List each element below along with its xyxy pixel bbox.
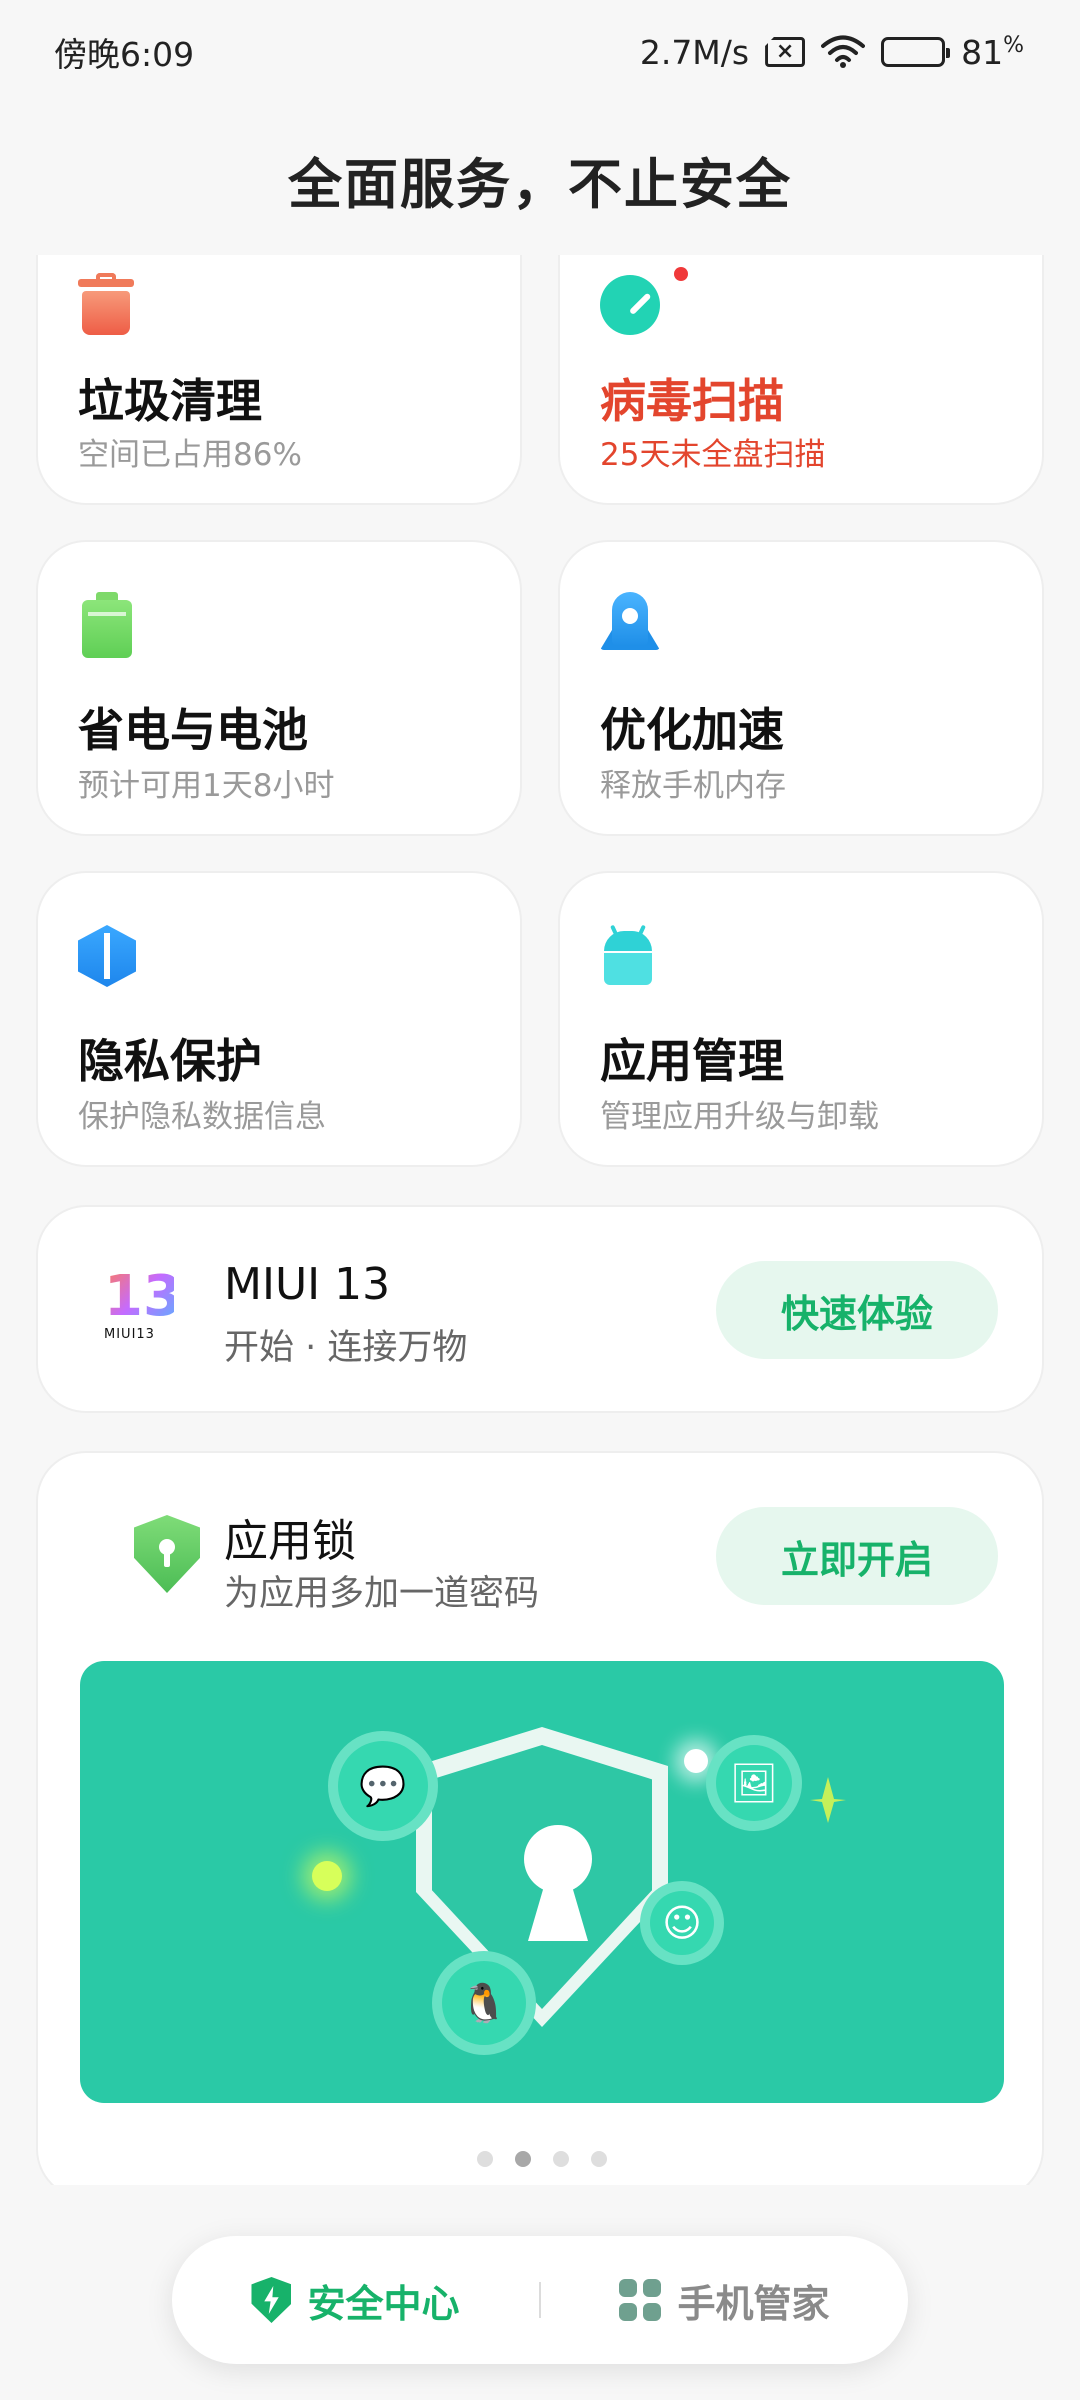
page-title: 全面服务，不止安全 bbox=[288, 153, 792, 216]
carousel-dot-active[interactable] bbox=[515, 2151, 531, 2167]
battery-percent: 81% bbox=[961, 33, 1024, 72]
nav-label: 安全中心 bbox=[307, 2281, 460, 2326]
shield-bolt-icon bbox=[251, 2277, 292, 2323]
enable-now-button[interactable]: 立即开启 bbox=[716, 1507, 998, 1605]
app-lock-title: 应用锁 bbox=[224, 1516, 356, 1567]
tile-title: 病毒扫描 bbox=[600, 374, 784, 428]
battery-value: 81 bbox=[961, 32, 1004, 72]
nav-label: 手机管家 bbox=[677, 2281, 830, 2326]
virus-scan-icon bbox=[600, 275, 660, 335]
tile-subtitle: 25天未全盘扫描 bbox=[600, 437, 826, 473]
gallery-icon: 🖼 bbox=[706, 1735, 802, 1831]
privacy-icon bbox=[78, 925, 136, 987]
tile-app-management[interactable]: 应用管理 管理应用升级与卸载 bbox=[558, 871, 1044, 1167]
rocket-icon bbox=[600, 592, 660, 658]
app-lock-subtitle: 为应用多加一道密码 bbox=[224, 1574, 540, 1614]
tile-title: 垃圾清理 bbox=[78, 374, 262, 428]
tile-virus-scan[interactable]: 病毒扫描 25天未全盘扫描 bbox=[558, 255, 1044, 505]
tile-subtitle: 管理应用升级与卸载 bbox=[600, 1099, 879, 1135]
tile-title: 省电与电池 bbox=[78, 703, 308, 757]
tile-subtitle: 保护隐私数据信息 bbox=[78, 1099, 326, 1135]
trash-icon bbox=[78, 273, 134, 335]
glow-dot bbox=[312, 1861, 342, 1891]
app-lock-card[interactable]: 应用锁 为应用多加一道密码 立即开启 💬 🖼 ☺ 🐧 bbox=[36, 1451, 1044, 2185]
carousel-dot[interactable] bbox=[477, 2151, 493, 2167]
content-scroll-area[interactable]: 垃圾清理 空间已占用86% 病毒扫描 25天未全盘扫描 省电与电池 预计可用1天… bbox=[0, 255, 1080, 2185]
sparkle-icon bbox=[810, 1777, 846, 1823]
android-icon bbox=[600, 924, 656, 985]
miui-title: MIUI 13 bbox=[224, 1259, 391, 1310]
carousel-dot[interactable] bbox=[591, 2151, 607, 2167]
try-now-button[interactable]: 快速体验 bbox=[716, 1261, 998, 1359]
chat-icon: ☺ bbox=[640, 1881, 724, 1965]
carousel-indicator bbox=[38, 2151, 1046, 2167]
app-lock-banner[interactable]: 💬 🖼 ☺ 🐧 bbox=[80, 1661, 1004, 2103]
alert-dot bbox=[674, 267, 688, 281]
miui-logo: 13 MIUI13 bbox=[104, 1264, 182, 1347]
miui-subtitle: 开始 · 连接万物 bbox=[224, 1328, 468, 1368]
carousel-dot[interactable] bbox=[553, 2151, 569, 2167]
miui-logo-number: 13 bbox=[104, 1264, 182, 1329]
wifi-icon bbox=[821, 35, 866, 68]
grid-apps-icon bbox=[619, 2279, 662, 2321]
bottom-nav: 安全中心 手机管家 bbox=[172, 2236, 908, 2364]
tile-title: 隐私保护 bbox=[78, 1034, 262, 1088]
miui-card[interactable]: 13 MIUI13 MIUI 13 开始 · 连接万物 快速体验 bbox=[36, 1205, 1044, 1413]
tile-subtitle: 空间已占用86% bbox=[78, 437, 302, 473]
qq-icon: 🐧 bbox=[432, 1951, 536, 2055]
tile-title: 优化加速 bbox=[600, 703, 784, 757]
status-time: 傍晚6:09 bbox=[54, 35, 195, 74]
net-speed: 2.7M/s bbox=[639, 32, 750, 72]
nav-security-center[interactable]: 安全中心 bbox=[172, 2273, 539, 2328]
battery-icon bbox=[881, 37, 951, 67]
tile-title: 应用管理 bbox=[600, 1034, 784, 1088]
tile-subtitle: 释放手机内存 bbox=[600, 768, 786, 804]
tile-optimize[interactable]: 优化加速 释放手机内存 bbox=[558, 540, 1044, 836]
status-bar: 傍晚6:09 2.7M/s × 81% bbox=[0, 0, 1080, 104]
tile-subtitle: 预计可用1天8小时 bbox=[78, 768, 335, 804]
tile-privacy[interactable]: 隐私保护 保护隐私数据信息 bbox=[36, 871, 522, 1167]
status-icons: 2.7M/s × 81% bbox=[640, 33, 1024, 72]
wechat-icon: 💬 bbox=[328, 1731, 438, 1841]
miui-logo-text: MIUI13 bbox=[104, 1327, 155, 1342]
battery-saver-icon bbox=[82, 592, 132, 658]
battery-unit: % bbox=[1003, 32, 1024, 58]
sim-no-signal-icon: × bbox=[765, 37, 806, 67]
tile-junk-cleanup[interactable]: 垃圾清理 空间已占用86% bbox=[36, 255, 522, 505]
nav-phone-manager[interactable]: 手机管家 bbox=[541, 2273, 908, 2328]
tile-battery[interactable]: 省电与电池 预计可用1天8小时 bbox=[36, 540, 522, 836]
glow-dot bbox=[684, 1749, 708, 1773]
app-lock-shield-icon bbox=[134, 1515, 200, 1593]
